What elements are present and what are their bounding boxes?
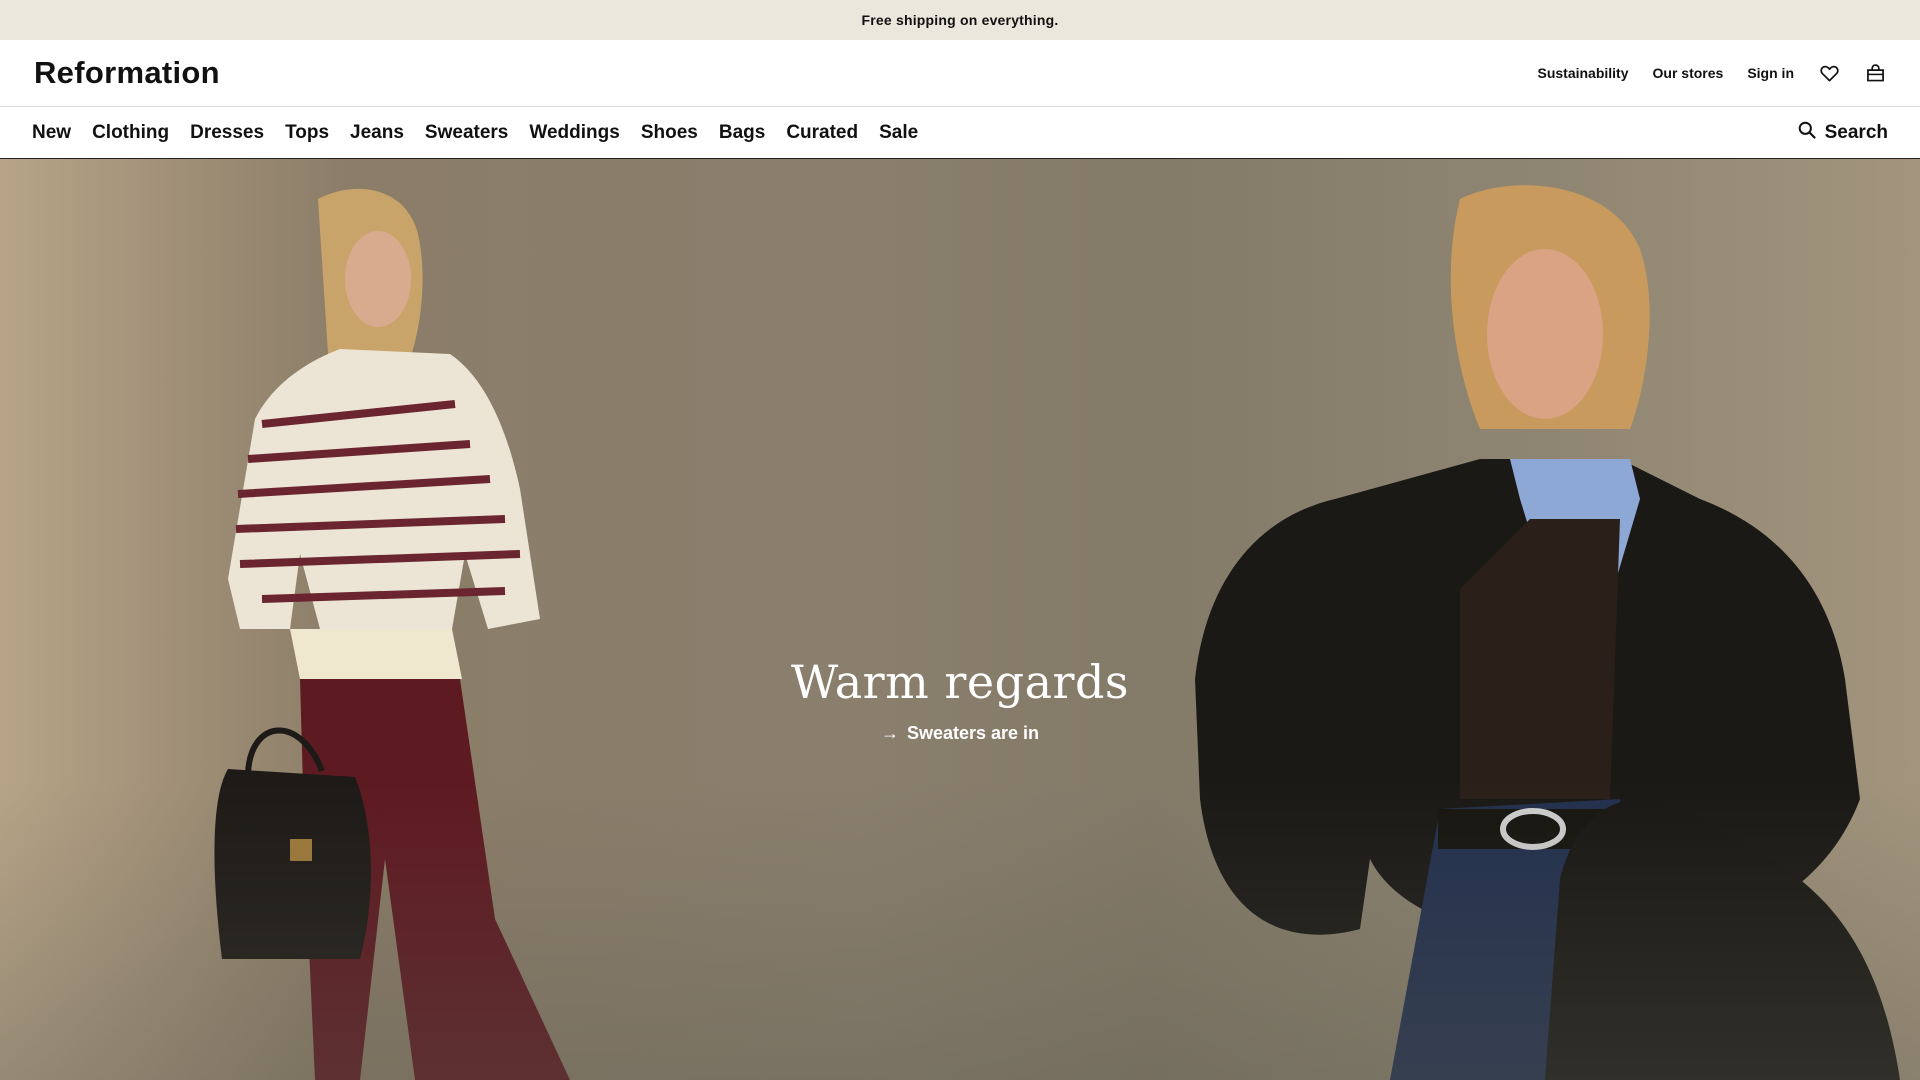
announcement-text: Free shipping on everything.	[861, 12, 1059, 28]
nav-item-weddings[interactable]: Weddings	[529, 122, 619, 144]
search-label: Search	[1824, 121, 1888, 143]
search-button[interactable]: Search	[1798, 121, 1888, 145]
category-menu: New Clothing Dresses Tops Jeans Sweaters…	[32, 122, 918, 144]
our-stores-link[interactable]: Our stores	[1653, 65, 1724, 81]
main-nav: New Clothing Dresses Tops Jeans Sweaters…	[0, 107, 1920, 159]
heart-icon[interactable]	[1818, 62, 1840, 84]
nav-item-sale[interactable]: Sale	[879, 122, 918, 144]
nav-item-curated[interactable]: Curated	[786, 122, 858, 144]
nav-item-jeans[interactable]: Jeans	[350, 122, 404, 144]
sustainability-link[interactable]: Sustainability	[1537, 65, 1628, 81]
nav-item-clothing[interactable]: Clothing	[92, 122, 169, 144]
nav-item-shoes[interactable]: Shoes	[641, 122, 698, 144]
hero-copy: Warm regards → Sweaters are in	[0, 655, 1920, 744]
hero-banner[interactable]: Warm regards → Sweaters are in	[0, 159, 1920, 1080]
hero-headline: Warm regards	[790, 655, 1130, 709]
brand-logo[interactable]: Reformation	[34, 55, 220, 91]
nav-item-new[interactable]: New	[32, 122, 71, 144]
nav-item-tops[interactable]: Tops	[285, 122, 329, 144]
arrow-right-icon: →	[880, 723, 899, 743]
search-icon	[1798, 121, 1816, 145]
nav-item-bags[interactable]: Bags	[719, 122, 765, 144]
announcement-bar: Free shipping on everything.	[0, 0, 1920, 40]
nav-item-dresses[interactable]: Dresses	[190, 122, 264, 144]
hero-cta-label: Sweaters are in	[906, 723, 1040, 743]
hero-cta-link[interactable]: → Sweaters are in	[881, 723, 1039, 744]
sign-in-link[interactable]: Sign in	[1747, 65, 1794, 81]
shopping-bag-icon[interactable]	[1864, 62, 1886, 84]
site-header: Reformation Sustainability Our stores Si…	[0, 40, 1920, 107]
nav-item-sweaters[interactable]: Sweaters	[425, 122, 508, 144]
hero-shade	[0, 780, 1920, 1080]
utility-nav: Sustainability Our stores Sign in	[1537, 62, 1886, 84]
